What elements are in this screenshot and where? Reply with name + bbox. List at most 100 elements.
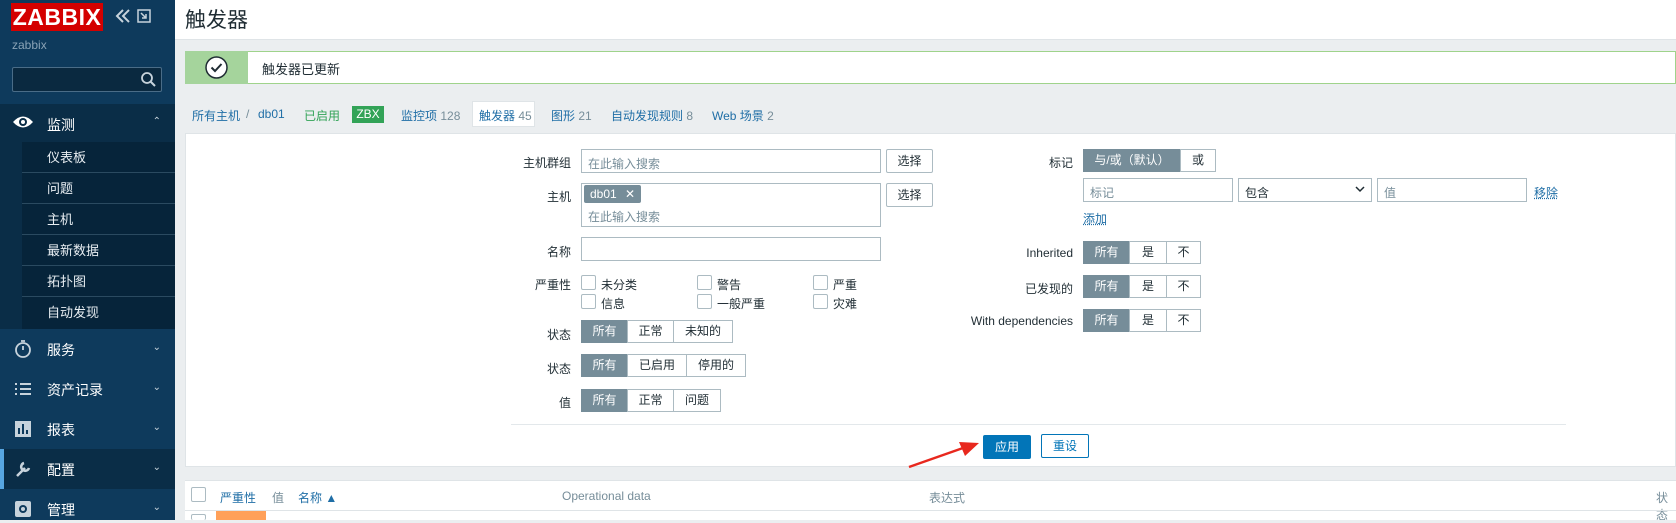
value-option-problem[interactable]: 问题 (673, 389, 721, 412)
tab-items[interactable]: 监控项 128 (401, 107, 460, 124)
menu-inventory[interactable]: 资产记录 ⌄ (0, 369, 175, 409)
column-name[interactable]: 名称 ▲ (298, 489, 337, 506)
sidebar-item-maps[interactable]: 拓扑图 (22, 266, 175, 297)
status-option-disabled[interactable]: 停用的 (686, 354, 746, 377)
value-option-normal[interactable]: 正常 (627, 389, 674, 412)
host-groups-placeholder: 在此输入搜索 (588, 155, 660, 172)
tag-value-input[interactable]: 值 (1377, 178, 1527, 202)
remove-chip-icon[interactable]: ✕ (625, 187, 635, 201)
kiosk-mode-icon[interactable] (137, 9, 151, 27)
host-groups-select-button[interactable]: 选择 (886, 149, 933, 173)
status-option-all[interactable]: 所有 (581, 354, 628, 377)
deps-option-yes[interactable]: 是 (1129, 309, 1167, 332)
filter-divider (511, 424, 1566, 425)
severity-checkbox-average[interactable] (697, 294, 712, 309)
severity-label: 严重性 (500, 276, 571, 293)
discovered-option-yes[interactable]: 是 (1129, 275, 1167, 298)
sidebar-item-latest-data[interactable]: 最新数据 (22, 235, 175, 266)
tab-web-scenarios[interactable]: Web 场景 2 (712, 107, 774, 124)
name-input[interactable] (581, 237, 881, 261)
tab-graphs[interactable]: 图形 21 (551, 107, 592, 124)
tab-web-count: 2 (767, 109, 774, 123)
menu-reports[interactable]: 报表 ⌄ (0, 409, 175, 449)
tab-discovery-rules[interactable]: 自动发现规则 8 (611, 107, 693, 124)
menu-configuration[interactable]: 配置 ⌄ (0, 449, 175, 489)
sidebar-item-hosts[interactable]: 主机 (22, 204, 175, 235)
column-expression: 表达式 (929, 489, 965, 506)
status-option-enabled[interactable]: 已启用 (627, 354, 687, 377)
severity-checkbox-disaster[interactable] (813, 294, 828, 309)
state-option-normal[interactable]: 正常 (627, 320, 674, 343)
select-all-checkbox[interactable] (191, 487, 206, 502)
tag-name-placeholder: 标记 (1090, 184, 1114, 201)
discovered-option-all[interactable]: 所有 (1083, 275, 1130, 298)
menu-services[interactable]: 服务 ⌄ (0, 329, 175, 369)
chevron-down-icon (1355, 183, 1365, 198)
eye-icon (12, 114, 34, 133)
tag-operator-select[interactable]: 包含 (1238, 178, 1372, 202)
severity-disaster-label: 灾难 (833, 295, 857, 312)
severity-checkbox-high[interactable] (813, 275, 828, 290)
host-placeholder: 在此输入搜索 (588, 208, 660, 225)
tag-name-input[interactable]: 标记 (1083, 178, 1233, 202)
page-header (175, 0, 1676, 40)
host-chip-label: db01 (590, 187, 617, 201)
collapse-sidebar-icon[interactable] (115, 9, 131, 27)
menu-monitoring[interactable]: 监测 ⌃ (0, 104, 175, 142)
tag-eval-and-or[interactable]: 与/或（默认） (1083, 149, 1181, 172)
deps-option-all[interactable]: 所有 (1083, 309, 1130, 332)
inherited-option-yes[interactable]: 是 (1129, 241, 1167, 264)
chevron-down-icon: ⌄ (153, 422, 161, 433)
severity-checkbox-information[interactable] (581, 294, 596, 309)
chevron-down-icon: ⌄ (153, 342, 161, 353)
column-severity[interactable]: 严重性 (220, 489, 256, 506)
active-indicator (0, 449, 4, 489)
host-groups-input[interactable]: 在此输入搜索 (581, 149, 881, 173)
bar-chart-icon (14, 420, 32, 438)
value-option-all[interactable]: 所有 (581, 389, 628, 412)
row-checkbox[interactable] (191, 514, 206, 520)
severity-checkbox-warning[interactable] (697, 275, 712, 290)
deps-option-no[interactable]: 不 (1166, 309, 1201, 332)
menu-configuration-label: 配置 (47, 460, 75, 480)
host-select-button[interactable]: 选择 (886, 183, 933, 207)
severity-checkbox-not-classified[interactable] (581, 275, 596, 290)
sidebar-item-dashboard[interactable]: 仪表板 (22, 142, 175, 173)
tab-triggers[interactable]: 触发器 45 (479, 107, 532, 124)
host-chip: db01 ✕ (584, 185, 641, 203)
chevron-down-icon: ⌄ (153, 502, 161, 513)
zbx-availability-badge: ZBX (352, 106, 384, 123)
tag-eval-or[interactable]: 或 (1180, 149, 1216, 172)
state-option-unknown[interactable]: 未知的 (673, 320, 733, 343)
gear-icon (14, 500, 32, 518)
chevron-down-icon: ⌄ (153, 382, 161, 393)
sidebar-search-input[interactable] (12, 67, 162, 92)
host-status-enabled[interactable]: 已启用 (304, 107, 340, 124)
discovered-option-no[interactable]: 不 (1166, 275, 1201, 298)
sidebar-item-discovery[interactable]: 自动发现 (22, 297, 175, 328)
tag-remove-link[interactable]: 移除 (1534, 184, 1558, 201)
reset-button[interactable]: 重设 (1041, 434, 1089, 458)
sidebar-item-problems[interactable]: 问题 (22, 173, 175, 204)
tab-items-count: 128 (440, 109, 460, 123)
tab-graphs-label: 图形 (551, 109, 575, 123)
apply-button[interactable]: 应用 (983, 435, 1031, 459)
breadcrumb-host[interactable]: db01 (258, 107, 285, 121)
tab-discovery-count: 8 (686, 109, 693, 123)
header-underline (185, 510, 1676, 511)
column-operational-data: Operational data (562, 489, 651, 503)
inherited-option-all[interactable]: 所有 (1083, 241, 1130, 264)
menu-administration[interactable]: 管理 ⌄ (0, 489, 175, 520)
tab-triggers-label: 触发器 (479, 109, 515, 123)
search-icon[interactable] (140, 71, 157, 88)
column-status: 状态 (1656, 489, 1676, 523)
zabbix-logo[interactable]: ZABBIX (11, 3, 103, 31)
state-option-all[interactable]: 所有 (581, 320, 628, 343)
breadcrumb-all-hosts[interactable]: 所有主机 (192, 107, 240, 124)
annotation-arrow (905, 440, 985, 470)
inherited-option-no[interactable]: 不 (1166, 241, 1201, 264)
tab-web-label: Web 场景 (712, 109, 764, 123)
tag-add-link[interactable]: 添加 (1083, 210, 1107, 227)
value-label: 值 (500, 394, 571, 411)
tab-discovery-label: 自动发现规则 (611, 109, 683, 123)
